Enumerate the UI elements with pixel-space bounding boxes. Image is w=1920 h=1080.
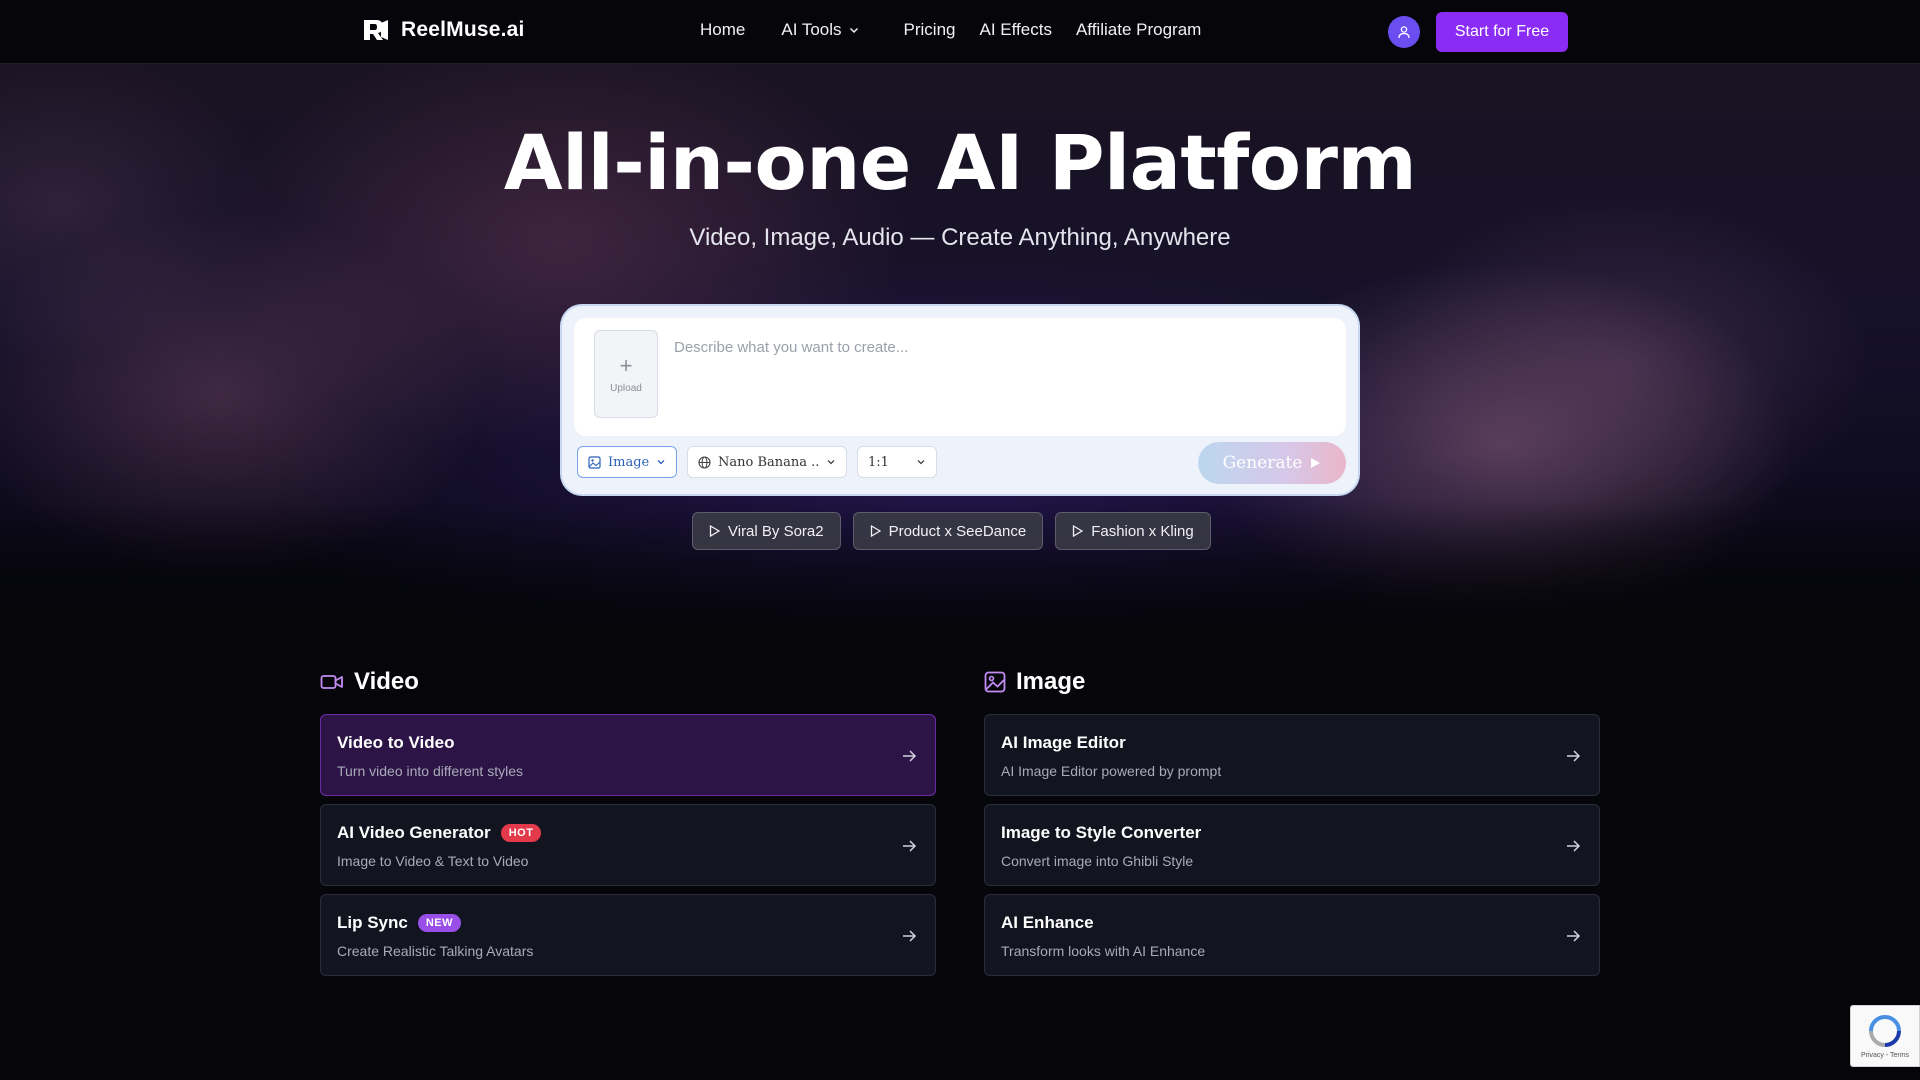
nav-ai-tools[interactable]: AI Tools xyxy=(781,20,859,40)
chevron-down-icon xyxy=(849,27,858,34)
card-title: AI Enhance xyxy=(1001,913,1094,933)
card-title: Video to Video xyxy=(337,733,454,753)
chip-fashion-kling[interactable]: Fashion x Kling xyxy=(1055,512,1211,550)
plus-icon: + xyxy=(619,352,633,378)
model-select[interactable]: Nano Banana ... xyxy=(687,446,847,478)
video-camera-icon xyxy=(320,675,343,689)
user-avatar[interactable] xyxy=(1388,16,1420,48)
prompt-card: + Upload Image Nano Banana ... 1:1 Gener… xyxy=(560,304,1360,496)
card-title-text: AI Enhance xyxy=(1001,913,1094,932)
chip-label: Viral By Sora2 xyxy=(728,522,824,540)
globe-icon xyxy=(698,455,711,469)
image-icon xyxy=(984,671,1006,693)
recaptcha-badge[interactable]: Privacy - Terms xyxy=(1850,1005,1920,1067)
card-title: AI Image Editor xyxy=(1001,733,1126,753)
chevron-down-icon xyxy=(827,460,835,465)
logo[interactable]: ReelMuse.ai xyxy=(363,18,525,42)
type-select-value: Image xyxy=(608,454,649,470)
card-title-text: Image to Style Converter xyxy=(1001,823,1202,842)
ratio-select-value: 1:1 xyxy=(868,454,889,470)
nav-affiliate[interactable]: Affiliate Program xyxy=(1076,20,1201,40)
image-heading-text: Image xyxy=(1016,668,1086,695)
card-title-text: Video to Video xyxy=(337,733,455,752)
chip-product-seedance[interactable]: Product x SeeDance xyxy=(852,512,1044,550)
card-title-text: AI Video Generator xyxy=(337,823,491,842)
card-description: Image to Video & Text to Video xyxy=(337,853,529,869)
card-ai-image-editor[interactable]: AI Image Editor AI Image Editor powered … xyxy=(984,714,1600,796)
card-title-text: Lip Sync xyxy=(337,913,408,932)
hot-badge: HOT xyxy=(500,824,542,842)
chip-label: Fashion x Kling xyxy=(1091,522,1194,540)
hero-title: All-in-one AI Platform xyxy=(503,118,1417,207)
video-heading-text: Video xyxy=(354,668,419,695)
hero-subtitle: Video, Image, Audio — Create Anything, A… xyxy=(689,224,1231,251)
user-icon xyxy=(1398,26,1410,39)
generate-label: Generate xyxy=(1222,453,1303,473)
new-badge: NEW xyxy=(417,914,462,932)
card-ai-video-generator[interactable]: AI Video Generator HOT Image to Video & … xyxy=(320,804,936,886)
card-description: Transform looks with AI Enhance xyxy=(1001,943,1206,959)
nav-pricing[interactable]: Pricing xyxy=(904,20,956,40)
example-chips: Viral By Sora2 Product x SeeDance Fashio… xyxy=(692,512,1211,550)
play-icon xyxy=(1311,458,1321,468)
nav-ai-effects[interactable]: AI Effects xyxy=(980,20,1052,40)
nav-links: Home AI Tools Pricing AI Effects Affilia… xyxy=(700,20,1201,40)
arrow-right-icon xyxy=(903,930,917,942)
card-description: AI Image Editor powered by prompt xyxy=(1001,763,1222,779)
card-description: Turn video into different styles xyxy=(337,763,523,779)
chevron-down-icon xyxy=(657,460,665,465)
image-section-heading: Image xyxy=(984,668,1085,696)
chip-viral-sora2[interactable]: Viral By Sora2 xyxy=(692,512,841,550)
upload-label: Upload xyxy=(610,382,642,394)
arrow-right-icon xyxy=(1567,750,1581,762)
nav-home[interactable]: Home xyxy=(700,20,745,40)
chip-label: Product x SeeDance xyxy=(888,522,1027,540)
recaptcha-footer[interactable]: Privacy - Terms xyxy=(1861,1052,1909,1059)
logo-icon xyxy=(364,20,388,40)
upload-button[interactable]: + Upload xyxy=(594,330,658,418)
chevron-down-icon xyxy=(917,460,925,465)
play-icon xyxy=(870,525,881,537)
card-title-text: AI Image Editor xyxy=(1001,733,1126,752)
nav-ai-tools-label: AI Tools xyxy=(781,20,842,39)
card-description: Create Realistic Talking Avatars xyxy=(337,943,534,959)
prompt-input[interactable] xyxy=(674,332,1324,362)
card-video-to-video[interactable]: Video to Video Turn video into different… xyxy=(320,714,936,796)
card-title: AI Video Generator HOT xyxy=(337,823,542,843)
type-select[interactable]: Image xyxy=(577,446,677,478)
card-ai-enhance[interactable]: AI Enhance Transform looks with AI Enhan… xyxy=(984,894,1600,976)
prompt-area: + Upload xyxy=(574,318,1346,436)
arrow-right-icon xyxy=(903,840,917,852)
ratio-select[interactable]: 1:1 xyxy=(857,446,937,478)
recaptcha-icon xyxy=(1869,1014,1901,1047)
arrow-right-icon xyxy=(1567,840,1581,852)
card-title: Lip Sync NEW xyxy=(337,913,462,933)
logo-text: ReelMuse.ai xyxy=(401,18,525,41)
arrow-right-icon xyxy=(903,750,917,762)
model-select-value: Nano Banana ... xyxy=(718,454,819,470)
generate-button[interactable]: Generate xyxy=(1198,442,1346,484)
card-image-to-style[interactable]: Image to Style Converter Convert image i… xyxy=(984,804,1600,886)
card-lip-sync[interactable]: Lip Sync NEW Create Realistic Talking Av… xyxy=(320,894,936,976)
card-description: Convert image into Ghibli Style xyxy=(1001,853,1194,869)
play-icon xyxy=(709,525,720,537)
arrow-right-icon xyxy=(1567,930,1581,942)
top-navigation: ReelMuse.ai Home AI Tools Pricing AI Eff… xyxy=(0,0,1920,64)
play-icon xyxy=(1073,525,1084,537)
video-section-heading: Video xyxy=(320,668,419,696)
start-for-free-button[interactable]: Start for Free xyxy=(1436,12,1568,52)
card-title: Image to Style Converter xyxy=(1001,823,1201,843)
image-icon xyxy=(588,455,601,469)
